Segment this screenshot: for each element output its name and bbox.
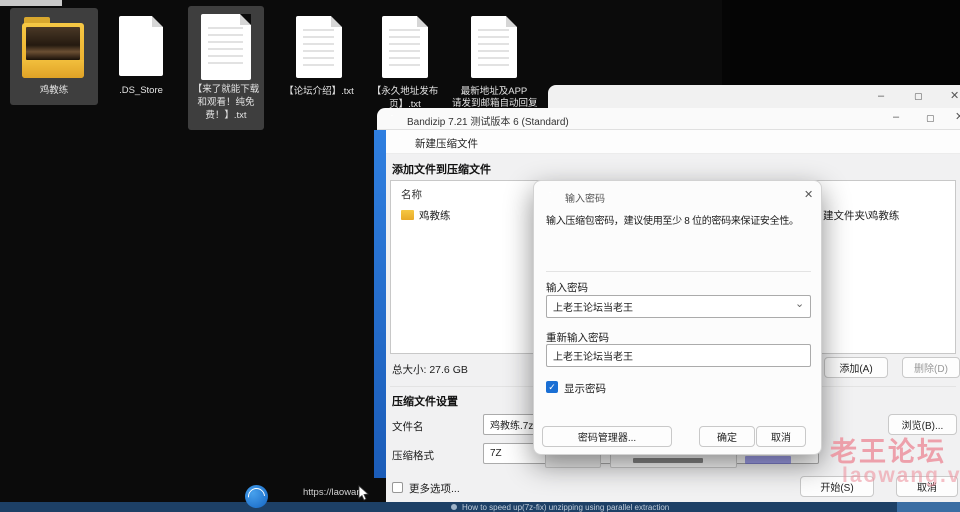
top-left-window-sliver: [0, 0, 62, 6]
folder-front-lip: [22, 60, 84, 78]
blue-window-edge: [374, 130, 386, 478]
file-icon: [471, 16, 517, 78]
password-dialog: 输入密码 ✕ 输入压缩包密码，建议使用至少 8 位的密码来保证安全性。 输入密码…: [533, 180, 822, 455]
new-archive-header: 新建压缩文件: [386, 130, 960, 154]
obscured-text: [633, 458, 703, 463]
taskbar[interactable]: How to speed up(7z-fix) unzipping using …: [0, 502, 960, 512]
list-row-name[interactable]: 鸡教练: [419, 208, 451, 223]
close-icon[interactable]: ✕: [955, 112, 960, 123]
folder-icon: [401, 210, 414, 220]
file-icon: [296, 16, 342, 78]
file-icon: [119, 16, 163, 76]
desktop-icon-latest-address[interactable]: 最新地址及APP 请发到邮箱自动回复: [452, 8, 538, 118]
desktop-icon-intro[interactable]: 【论坛介绍】.txt: [280, 8, 358, 105]
desktop-icon-permanent-address[interactable]: 【永久地址发布 页】.txt: [366, 8, 444, 118]
password-label: 输入密码: [546, 282, 588, 294]
desktop: 鸡教练 .DS_Store 【来了就能下载 和观看！纯免 费！】.txt 【论坛…: [0, 0, 960, 512]
password-description: 输入压缩包密码，建议使用至少 8 位的密码来保证安全性。: [546, 216, 799, 227]
page-fold: [417, 16, 428, 27]
add-button[interactable]: 添加(A): [824, 357, 888, 378]
password-value: 上老王论坛当老王: [553, 303, 633, 314]
page-lines: [208, 27, 243, 69]
total-size-label: 总大小: 27.6 GB: [392, 364, 468, 376]
folder-thumbnail: [26, 27, 80, 60]
file-icon: [201, 14, 251, 80]
desktop-icon-label: 【论坛介绍】.txt: [284, 86, 354, 97]
background-window-titlebar: – ▢ ✕: [548, 85, 960, 110]
chevron-down-icon[interactable]: ⌄: [795, 297, 804, 310]
desktop-dark-region: [722, 0, 960, 86]
password-input[interactable]: 上老王论坛当老王 ⌄: [546, 295, 811, 318]
minimize-icon[interactable]: –: [893, 112, 899, 123]
dialog-title: 新建压缩文件: [415, 138, 478, 150]
desktop-icon-label: 鸡教练: [39, 85, 69, 96]
page-fold: [331, 16, 342, 27]
format-label: 压缩格式: [392, 450, 434, 462]
status-url: https://laowan: [303, 487, 362, 498]
desktop-icon-label: 和观看！纯免: [197, 97, 255, 108]
reenter-password-label: 重新输入密码: [546, 332, 609, 344]
ok-button[interactable]: 确定: [699, 426, 755, 447]
window-title: Bandizip 7.21 测试版本 6 (Standard): [407, 117, 569, 128]
dialog-cancel-button[interactable]: 取消: [756, 426, 806, 447]
desktop-icon-label: 【来了就能下载: [192, 84, 260, 95]
page-lines: [478, 29, 509, 67]
file-icon: [382, 16, 428, 78]
maximize-icon[interactable]: ▢: [926, 113, 935, 124]
minimize-icon[interactable]: –: [878, 91, 884, 102]
add-files-section-label: 添加文件到压缩文件: [392, 164, 491, 176]
show-password-label: 显示密码: [564, 383, 606, 395]
list-header-name: 名称: [401, 189, 422, 201]
watermark-line2: laowang.vip: [842, 464, 960, 487]
reenter-password-value: 上老王论坛当老王: [553, 352, 633, 363]
more-options-checkbox[interactable]: [392, 482, 403, 493]
close-icon[interactable]: ✕: [950, 91, 959, 102]
delete-button[interactable]: 删除(D): [902, 357, 960, 378]
reenter-password-input[interactable]: 上老王论坛当老王: [546, 344, 811, 367]
desktop-icon-dsstore[interactable]: .DS_Store: [104, 8, 178, 105]
page-fold: [240, 14, 251, 25]
desktop-icon-label: .DS_Store: [119, 85, 163, 96]
show-password-checkbox[interactable]: ✓: [546, 381, 558, 393]
more-options-label: 更多选项...: [409, 483, 460, 495]
close-icon[interactable]: ✕: [804, 188, 813, 201]
password-dialog-title: 输入密码: [565, 194, 605, 205]
dialog-divider: [546, 271, 811, 272]
filename-label: 文件名: [392, 421, 424, 433]
archive-settings-section-label: 压缩文件设置: [392, 396, 458, 408]
mouse-cursor: [358, 485, 369, 501]
page-fold: [506, 16, 517, 27]
password-manager-button[interactable]: 密码管理器...: [542, 426, 672, 447]
taskbar-bandizip-icon[interactable]: [245, 485, 268, 508]
page-lines: [303, 29, 334, 67]
taskbar-video-title: How to speed up(7z-fix) unzipping using …: [462, 502, 670, 512]
bandizip-titlebar[interactable]: Bandizip 7.21 测试版本 6 (Standard) – ▢ ✕: [377, 108, 960, 130]
link-fragment[interactable]: [745, 456, 791, 464]
desktop-icon-readme[interactable]: 【来了就能下载 和观看！纯免 费！】.txt: [188, 6, 264, 130]
desktop-icon-folder[interactable]: 鸡教练: [10, 8, 98, 105]
desktop-icon-label: 费！】.txt: [205, 110, 247, 121]
page-fold: [152, 16, 163, 27]
list-row-path-fragment: 建文件夹\鸡教练: [823, 210, 900, 222]
maximize-icon[interactable]: ▢: [914, 91, 923, 102]
media-icon: [451, 504, 457, 510]
desktop-icon-label: 最新地址及APP: [460, 86, 528, 97]
taskbar-highlight-segment[interactable]: [897, 502, 960, 512]
desktop-icon-label: 【永久地址发布: [371, 86, 439, 97]
page-lines: [389, 29, 420, 67]
